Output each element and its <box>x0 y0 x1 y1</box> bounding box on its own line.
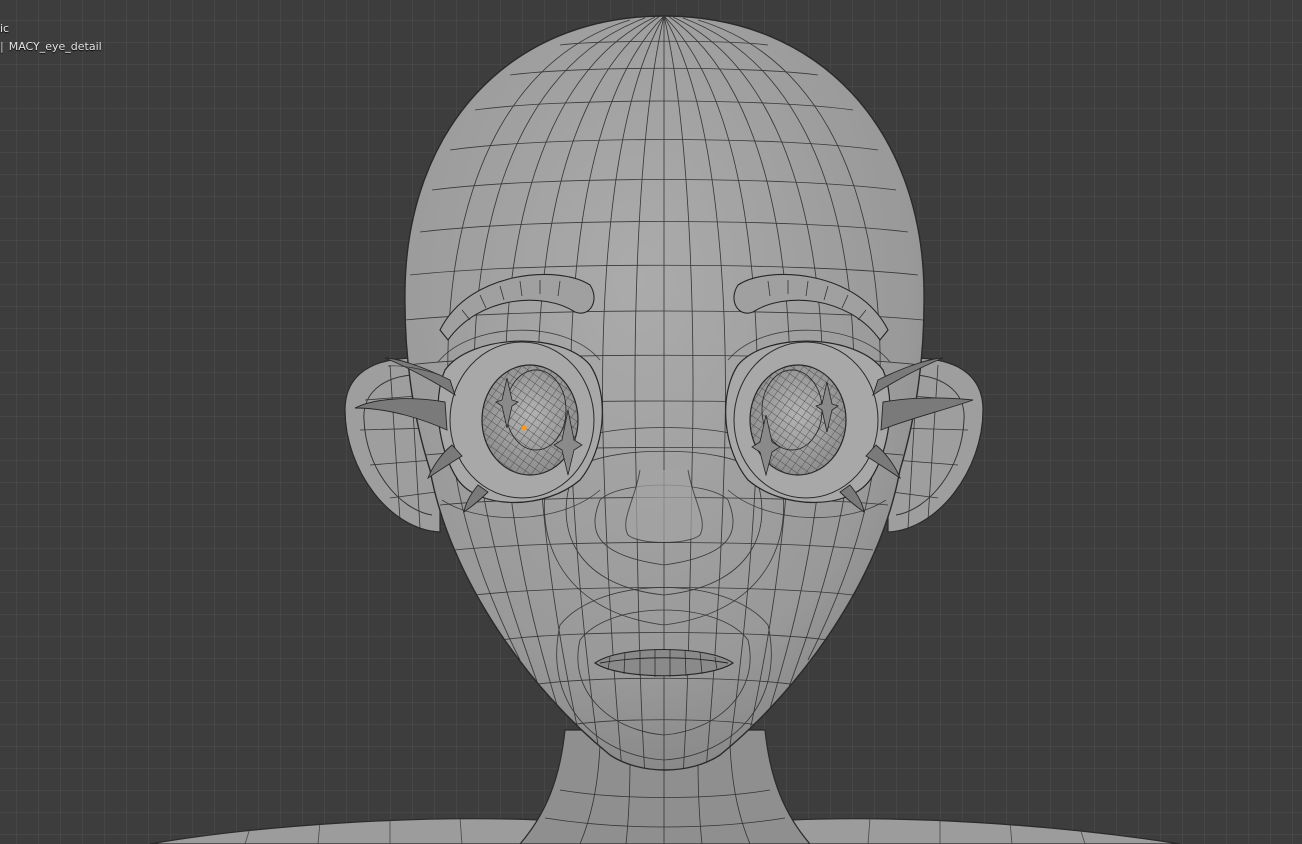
3d-viewport[interactable]: nic |MACY_eye_detail <box>0 0 1302 844</box>
character-model[interactable] <box>0 0 1302 844</box>
nose <box>625 469 703 543</box>
origin-dot <box>521 425 527 431</box>
